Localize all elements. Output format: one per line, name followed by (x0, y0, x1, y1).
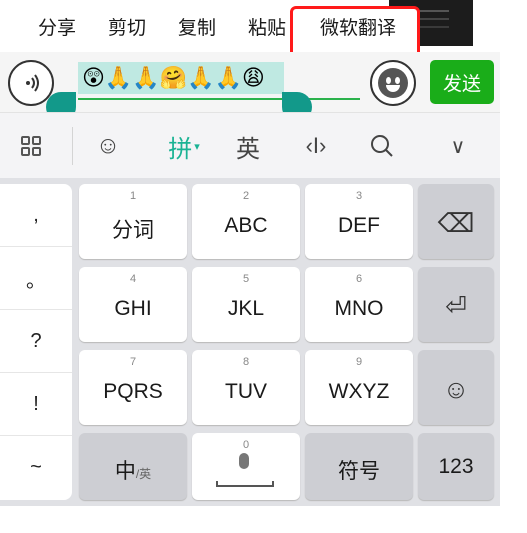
menu-item-share[interactable]: 分享 (38, 16, 76, 42)
key-label: MNO (334, 297, 384, 320)
chevron-down-icon[interactable]: ∨ (440, 129, 476, 163)
symbols-key[interactable]: 符号 (305, 433, 413, 500)
key-label: 分词 (112, 219, 154, 242)
menu-item-paste[interactable]: 粘贴 (248, 16, 286, 42)
message-input[interactable]: 😲🙏🙏🤗🙏🙏😩 (78, 62, 360, 100)
caret-down-icon: ▾ (194, 140, 200, 153)
key-number: 3 (355, 190, 363, 202)
key-3[interactable]: 3 DEF (305, 184, 413, 259)
send-button[interactable]: 发送 (430, 60, 494, 104)
keyboard-toolbar: ☺ 拼 ▾ 英 ‹I› ∨ (0, 112, 500, 178)
punctuation-column[interactable]: , 。 ? ! ~ (0, 184, 72, 500)
divider (72, 127, 73, 165)
key-number: 8 (242, 356, 250, 368)
key-number: 6 (355, 273, 363, 285)
menu-item-cut[interactable]: 剪切 (108, 16, 146, 42)
key-label: PQRS (103, 380, 163, 403)
pinyin-toggle[interactable]: 拼 ▾ (162, 129, 206, 163)
key-label: DEF (338, 214, 380, 237)
zh-en-label: 中/英 (79, 455, 187, 485)
numbers-label: 123 (438, 455, 474, 478)
key-label: WXYZ (328, 380, 390, 403)
key-label: JKL (227, 297, 265, 320)
backspace-icon: ⌫ (437, 208, 475, 238)
smile-icon[interactable]: ☺ (90, 129, 126, 163)
key-number: 7 (129, 356, 137, 368)
key-number: 0 (242, 439, 250, 451)
backspace-key[interactable]: ⌫ (418, 184, 494, 259)
key-4[interactable]: 4 GHI (79, 267, 187, 342)
keyboard: , 。 ? ! ~ 1 分词 2 ABC 3 DEF ⌫ 4 GHI 5 JKL… (0, 178, 500, 506)
input-row: 😲🙏🙏🤗🙏🙏😩 发送 (0, 52, 500, 122)
key-2[interactable]: 2 ABC (192, 184, 300, 259)
en-sub-label: /英 (135, 467, 152, 481)
enter-icon: ⏎ (445, 291, 467, 321)
menu-item-copy[interactable]: 复制 (178, 16, 216, 42)
key-5[interactable]: 5 JKL (192, 267, 300, 342)
english-toggle[interactable]: 英 (230, 129, 266, 163)
context-menu-bar: 分享 剪切 复制 粘贴 微软翻译 (0, 0, 500, 64)
punct-period[interactable]: 。 (0, 247, 72, 310)
key-label: TUV (225, 380, 267, 403)
zh-label: 中 (114, 460, 136, 483)
key-7[interactable]: 7 PQRS (79, 350, 187, 425)
key-label: ABC (224, 214, 268, 237)
key-number: 9 (355, 356, 363, 368)
bottom-area (0, 506, 527, 533)
punct-question[interactable]: ? (0, 310, 72, 373)
numbers-key[interactable]: 123 (418, 433, 494, 500)
pinyin-label: 拼 (168, 135, 193, 163)
key-8[interactable]: 8 TUV (192, 350, 300, 425)
emoji-icon: ☺ (442, 374, 470, 404)
key-number: 1 (129, 190, 137, 202)
space-icon (216, 481, 274, 487)
key-6[interactable]: 6 MNO (305, 267, 413, 342)
key-1[interactable]: 1 分词 (79, 184, 187, 259)
emoji-key[interactable]: ☺ (418, 350, 494, 425)
grid-icon[interactable] (14, 129, 52, 163)
microphone-icon (239, 453, 249, 469)
zh-en-switch-key[interactable]: 中/英 (79, 433, 187, 500)
selected-text: 😲🙏🙏🤗🙏🙏😩 (78, 62, 284, 94)
space-key[interactable]: 0 (192, 433, 300, 500)
punct-tilde[interactable]: ~ (0, 436, 72, 499)
cursor-icon[interactable]: ‹I› (296, 129, 336, 163)
key-number: 4 (129, 273, 137, 285)
key-9[interactable]: 9 WXYZ (305, 350, 413, 425)
key-number: 5 (242, 273, 250, 285)
voice-wave-icon (26, 74, 39, 92)
search-icon[interactable] (364, 129, 400, 163)
enter-key[interactable]: ⏎ (418, 267, 494, 342)
emoji-icon[interactable] (370, 60, 416, 106)
key-label: GHI (114, 297, 152, 320)
symbols-label: 符号 (338, 460, 380, 483)
punct-exclamation[interactable]: ! (0, 373, 72, 436)
emoji-face-icon (378, 68, 408, 98)
key-number: 2 (242, 190, 250, 202)
punct-comma[interactable]: , (0, 184, 72, 247)
